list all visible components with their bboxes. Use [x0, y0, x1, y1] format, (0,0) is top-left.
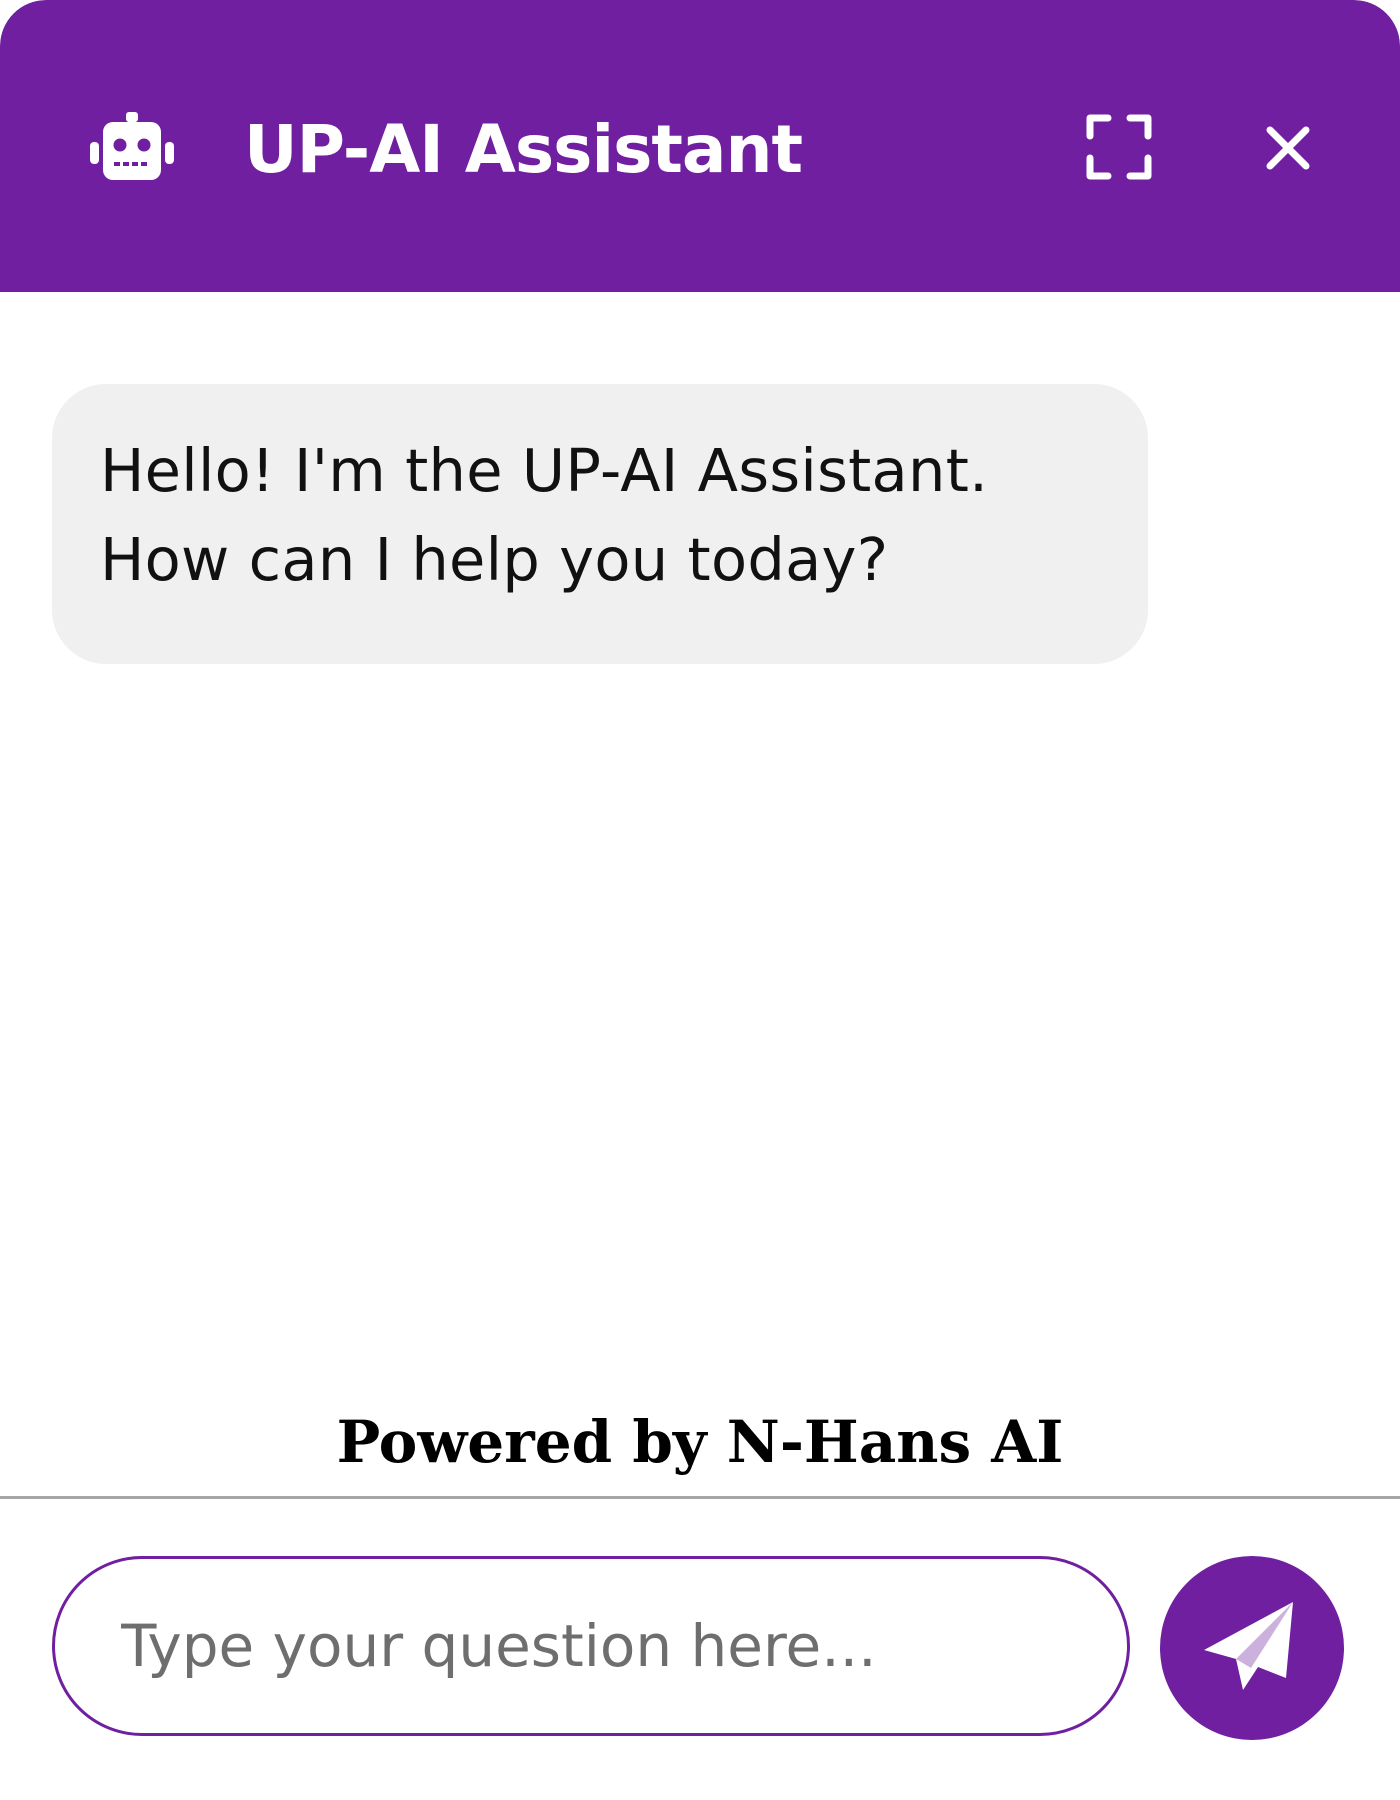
chat-title: UP-AI Assistant: [244, 111, 803, 188]
question-input[interactable]: [52, 1556, 1130, 1736]
chat-header: UP-AI Assistant: [0, 0, 1400, 292]
chat-widget: UP-AI Assistant Hello! I'm the UP-AI Ass…: [0, 0, 1400, 1800]
close-icon[interactable]: [1264, 124, 1312, 172]
message-text-line: Hello! I'm the UP-AI Assistant.: [100, 436, 989, 505]
expand-icon[interactable]: [1086, 114, 1152, 180]
robot-icon: [90, 112, 174, 180]
composer-divider: [0, 1496, 1400, 1499]
paper-plane-icon: [1204, 1602, 1293, 1690]
message-text-line: How can I help you today?: [100, 525, 889, 594]
powered-by-label: Powered by N-Hans AI: [336, 1408, 1064, 1476]
assistant-message-bubble: Hello! I'm the UP-AI Assistant. How can …: [52, 384, 1148, 664]
send-button[interactable]: [1160, 1556, 1344, 1740]
